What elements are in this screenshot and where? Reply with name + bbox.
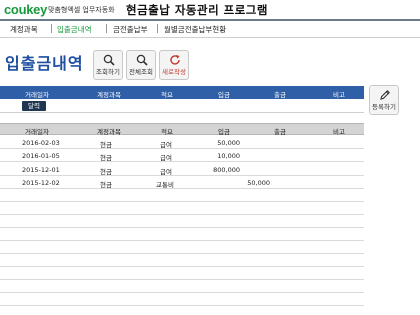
input-table-header <box>0 86 364 99</box>
menu-separator <box>157 24 158 33</box>
row-divider <box>0 148 364 149</box>
search-button-label: 조회하기 <box>96 68 120 76</box>
list-col-withdrawal: 출금 <box>274 128 286 136</box>
list-col-account: 계정과목 <box>97 128 121 136</box>
row-divider <box>0 253 364 254</box>
cell-date: 2016-01-05 <box>22 152 60 160</box>
page-title: 입출금내역 <box>5 54 84 73</box>
row-divider <box>0 240 364 241</box>
search-button[interactable]: 조회하기 <box>93 50 123 80</box>
row-divider <box>0 201 364 202</box>
cell-deposit: 800,000 <box>213 166 240 174</box>
input-col-withdrawal: 출금 <box>274 91 286 99</box>
row-divider <box>0 161 364 162</box>
new-button-label: 새로작성 <box>162 68 186 76</box>
cell-date: 2015-12-01 <box>22 166 60 174</box>
input-col-deposit: 입금 <box>218 91 230 99</box>
list-col-deposit: 입금 <box>218 128 230 136</box>
logo-subtitle: 맞춤형엑셀 업무자동화 <box>48 6 115 14</box>
list-col-note: 비고 <box>333 128 345 136</box>
calendar-button[interactable]: 달력 <box>22 101 46 111</box>
tab-menu: 계정과목 입출금내역 금전출납부 월별금전출납부현황 <box>0 21 420 37</box>
cell-withdrawal: 50,000 <box>247 179 270 187</box>
refresh-icon <box>170 55 180 65</box>
cell-date: 2015-12-02 <box>22 179 60 187</box>
logo: coukey <box>4 2 48 17</box>
list-col-memo: 적요 <box>161 128 173 136</box>
list-header <box>0 123 364 135</box>
tab-monthly-status[interactable]: 월별금전출납부현황 <box>164 24 226 35</box>
view-all-button-label: 전체조회 <box>129 68 153 76</box>
tab-account-items[interactable]: 계정과목 <box>10 24 38 35</box>
app-header: coukey 맞춤형엑셀 업무자동화 현금출납 자동관리 프로그램 <box>0 0 420 19</box>
input-col-account: 계정과목 <box>97 91 121 99</box>
input-col-note: 비고 <box>333 91 345 99</box>
row-divider <box>0 266 364 267</box>
search-icon <box>103 54 115 66</box>
row-divider <box>0 292 364 293</box>
row-divider <box>0 279 364 280</box>
row-divider <box>0 214 364 215</box>
menu-separator <box>106 24 107 33</box>
row-divider <box>0 305 364 306</box>
new-button[interactable]: 새로작성 <box>159 50 189 80</box>
register-button[interactable]: 등록하기 <box>369 85 399 115</box>
input-col-date: 거래일자 <box>25 91 49 99</box>
view-all-button[interactable]: 전체조회 <box>126 50 156 80</box>
input-row[interactable] <box>0 99 364 113</box>
menu-separator <box>51 24 52 33</box>
tab-cash-book[interactable]: 금전출납부 <box>113 24 148 35</box>
search-icon <box>136 54 148 66</box>
tab-deposit-withdrawal[interactable]: 입출금내역 <box>57 24 92 35</box>
cell-deposit: 10,000 <box>217 152 240 160</box>
list-col-date: 거래일자 <box>25 128 49 136</box>
register-button-label: 등록하기 <box>372 103 396 111</box>
pencil-icon <box>380 90 390 100</box>
cell-deposit: 50,000 <box>217 139 240 147</box>
row-divider <box>0 175 364 176</box>
menu-divider <box>0 37 420 38</box>
app-title: 현금출납 자동관리 프로그램 <box>126 3 268 17</box>
input-col-memo: 적요 <box>161 91 173 99</box>
cell-date: 2016-02-03 <box>22 139 60 147</box>
row-divider <box>0 188 364 189</box>
row-divider <box>0 227 364 228</box>
